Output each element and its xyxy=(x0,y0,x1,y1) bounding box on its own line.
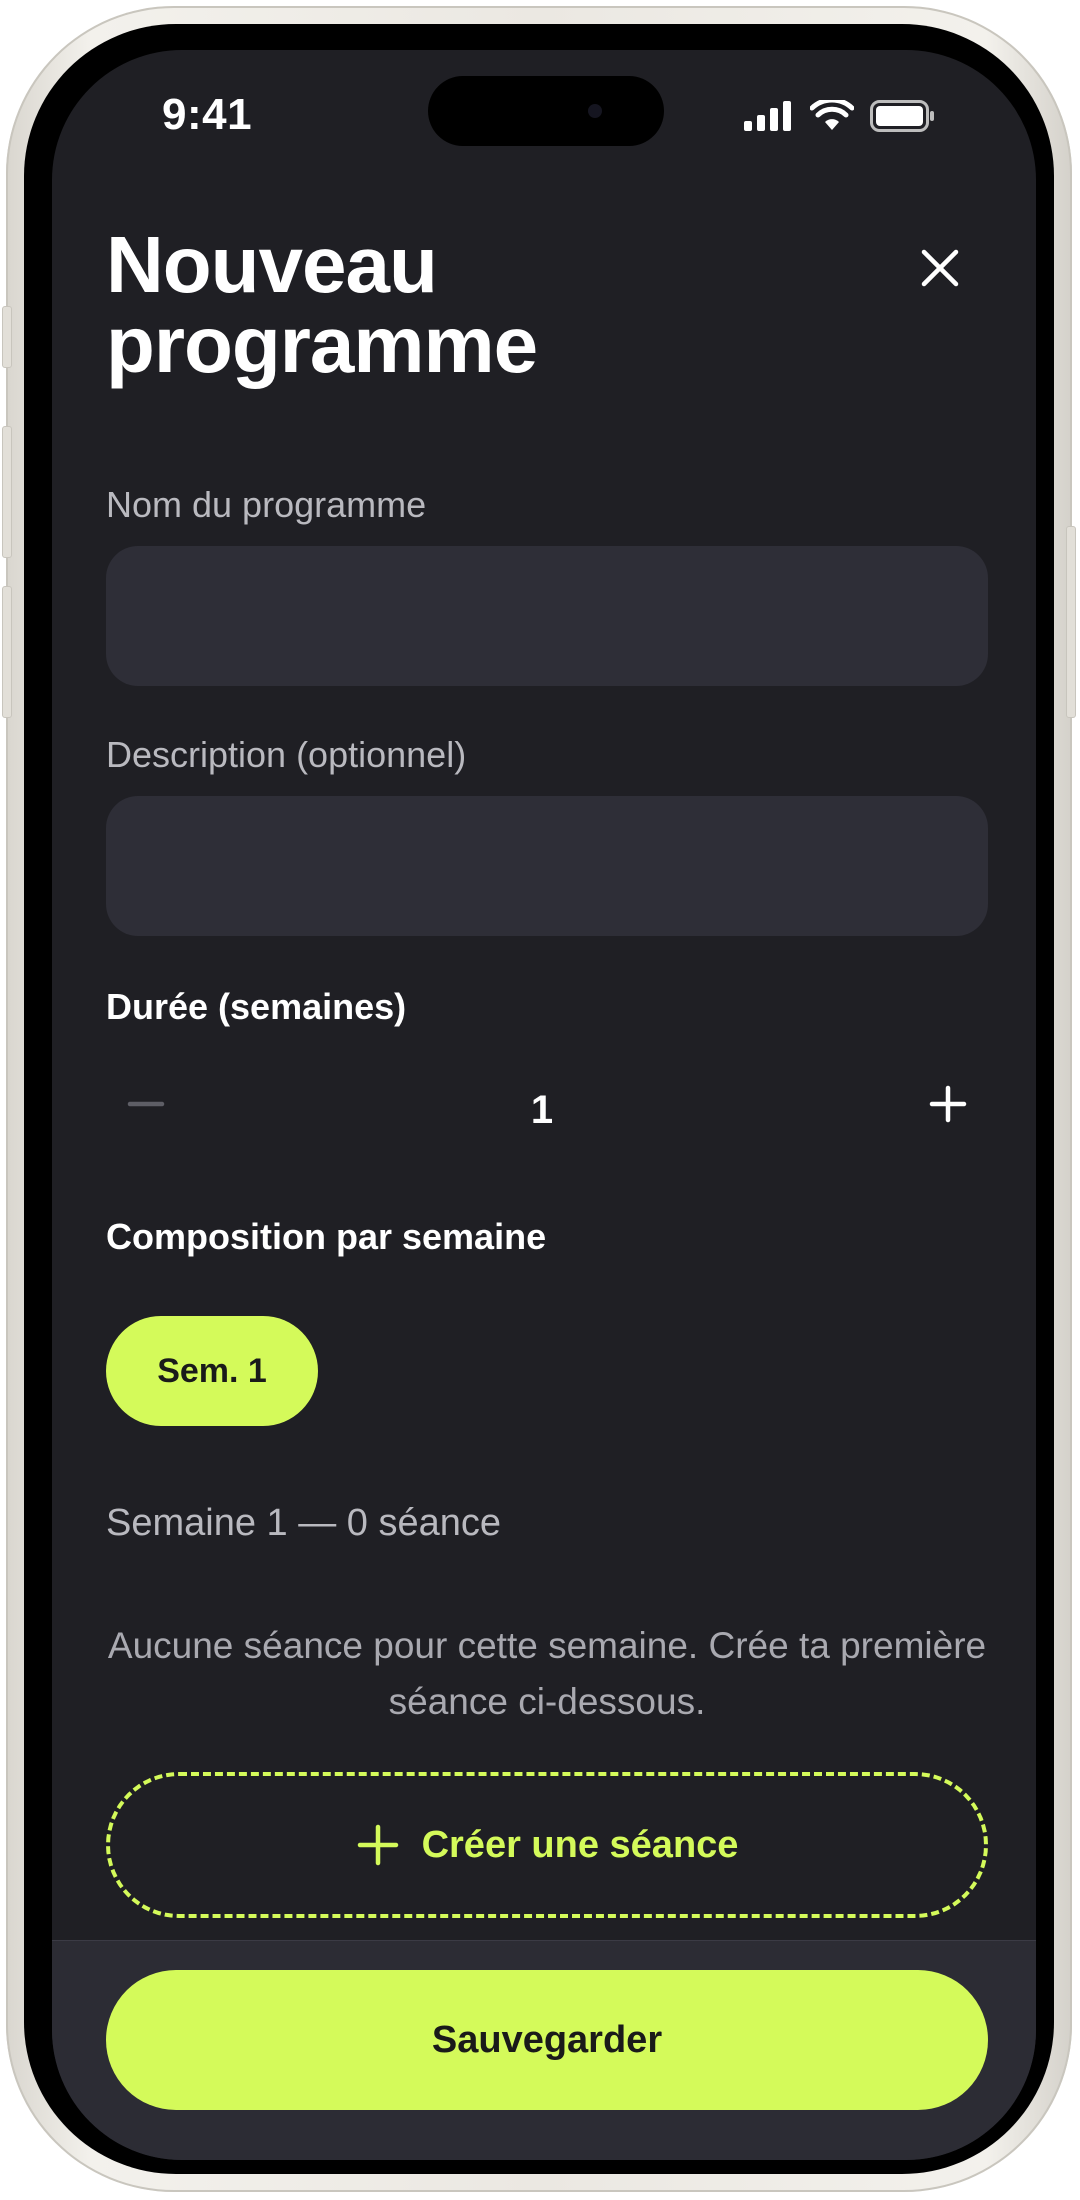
close-icon xyxy=(921,249,959,287)
volume-down-button xyxy=(2,586,12,718)
duration-value: 1 xyxy=(530,1088,554,1132)
name-label: Nom du programme xyxy=(106,484,427,525)
action-button xyxy=(2,306,12,368)
description-input[interactable] xyxy=(106,796,988,936)
minus-icon xyxy=(127,1101,165,1107)
page-title: Nouveau programme xyxy=(106,220,538,389)
wifi-icon xyxy=(810,100,854,130)
empty-state-message: Aucune séance pour cette semaine. Crée t… xyxy=(107,1625,987,1722)
app-screen: 9:41 Nouveau programme Nom du programme … xyxy=(52,50,1036,2160)
status-icons xyxy=(744,100,936,132)
week-chip-1[interactable]: Sem. 1 xyxy=(106,1316,318,1426)
name-input[interactable] xyxy=(106,546,988,686)
volume-up-button xyxy=(2,426,12,558)
camera-icon xyxy=(588,104,602,118)
plus-icon xyxy=(929,1085,967,1123)
create-session-button[interactable]: Créer une séance xyxy=(106,1772,988,1918)
battery-icon xyxy=(870,100,934,132)
plus-icon xyxy=(357,1824,398,1866)
save-button[interactable]: Sauvegarder xyxy=(106,1970,988,2110)
phone-frame: 9:41 Nouveau programme Nom du programme … xyxy=(2,6,1076,2192)
composition-label: Composition par semaine xyxy=(106,1216,547,1257)
power-button xyxy=(1066,526,1076,718)
duration-label: Durée (semaines) xyxy=(106,986,407,1027)
create-session-label: Créer une séance xyxy=(421,1823,739,1866)
description-label: Description (optionnel) xyxy=(106,734,467,775)
week-summary: Semaine 1 — 0 séance xyxy=(106,1502,502,1544)
dynamic-island xyxy=(428,76,664,146)
status-time: 9:41 xyxy=(162,90,253,139)
signal-icon xyxy=(744,101,791,131)
duration-increment-button[interactable] xyxy=(918,1074,978,1134)
close-button[interactable] xyxy=(918,246,962,290)
duration-decrement-button[interactable] xyxy=(116,1074,176,1134)
